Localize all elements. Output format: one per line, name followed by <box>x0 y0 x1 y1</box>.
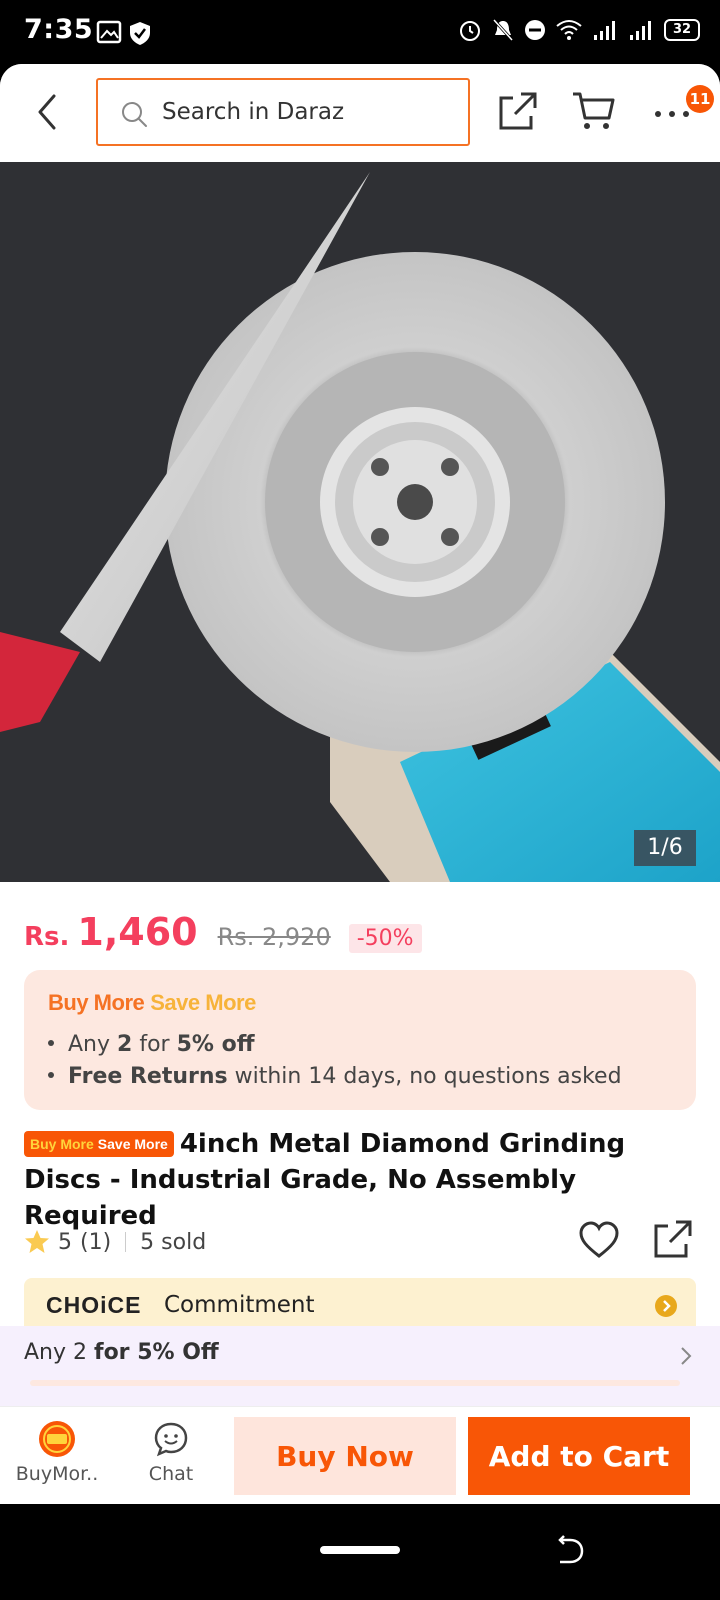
back-gesture-icon[interactable] <box>556 1534 586 1566</box>
promo-line1-d: 5% off <box>176 1032 255 1057</box>
search-icon <box>122 102 147 127</box>
battery-indicator: 32 <box>664 19 700 41</box>
price-row: Rs. 1,460 Rs. 2,920 -50% <box>24 910 422 960</box>
current-price: 1,460 <box>77 910 198 954</box>
buy-more-save-more-card[interactable]: Buy More Save More Any 2 for 5% off Free … <box>24 970 696 1110</box>
status-time: 7:35 <box>24 14 94 45</box>
signal-icon <box>594 21 615 40</box>
dnd-icon <box>525 20 545 40</box>
home-gesture-pill[interactable] <box>320 1546 400 1554</box>
choice-commitment-row[interactable]: CHOiCE Commitment <box>24 1278 696 1332</box>
buy-more-tag-part1: Buy More <box>30 1136 94 1152</box>
discount-badge: -50% <box>348 924 422 953</box>
buy-more-tag-part2: Save More <box>97 1136 168 1152</box>
buy-more-logo: Buy More Save More <box>48 990 256 1016</box>
promo-line2-a: Free Returns <box>68 1064 228 1089</box>
promo-line1-b: 2 <box>117 1032 133 1057</box>
offer-progress-bar <box>30 1380 680 1386</box>
rating-count: (1) <box>80 1229 112 1255</box>
promo-line-2: Free Returns within 14 days, no question… <box>48 1064 622 1089</box>
buy-more-save-more-icon <box>39 1421 75 1457</box>
chat-label: Chat <box>148 1463 194 1485</box>
offer-text: Any 2 for 5% Off <box>24 1340 219 1365</box>
rating-value: 5 <box>58 1229 72 1255</box>
image-counter: 1/6 <box>634 830 696 866</box>
choice-logo: CHOiCE <box>46 1292 142 1318</box>
offer-strip[interactable]: Any 2 for 5% Off <box>0 1326 720 1406</box>
promo-line1-c: for <box>132 1032 177 1057</box>
grinding-disc-photo <box>0 162 720 882</box>
gallery-icon <box>96 20 122 44</box>
signal-icon-2 <box>630 21 651 40</box>
buymore-label: BuyMor.. <box>15 1463 99 1485</box>
search-input[interactable]: Search in Daraz <box>96 78 470 146</box>
chat-tab[interactable]: Chat <box>126 1419 216 1485</box>
product-title-block: Buy More Save More 4inch Metal Diamond Gri… <box>24 1126 696 1234</box>
alarm-icon <box>460 21 480 41</box>
promo-line2-b: within 14 days, no questions asked <box>227 1064 622 1089</box>
chevron-right-icon <box>681 1347 692 1365</box>
sold-count: 5 sold <box>140 1229 207 1255</box>
choice-commitment-text: Commitment <box>164 1292 315 1318</box>
original-price: Rs. 2,920 <box>217 923 331 951</box>
cart-icon[interactable] <box>571 90 617 132</box>
product-share-icon[interactable] <box>652 1218 694 1260</box>
rating-row[interactable]: 5 (1) 5 sold <box>24 1224 206 1260</box>
top-header: Search in Daraz 11 <box>0 64 720 162</box>
buy-now-button[interactable]: Buy Now <box>234 1417 456 1495</box>
mute-bell-icon <box>492 18 514 42</box>
add-to-cart-button[interactable]: Add to Cart <box>468 1417 690 1495</box>
buy-more-logo-part1: Buy More <box>48 990 145 1015</box>
status-bar: 7:35 32 <box>0 0 720 64</box>
shield-icon <box>130 22 150 45</box>
price-currency: Rs. <box>24 922 70 952</box>
promo-line-1: Any 2 for 5% off <box>48 1032 255 1057</box>
product-image[interactable]: 1/6 <box>0 162 720 882</box>
offer-text-a: Any 2 <box>24 1340 94 1365</box>
system-nav-bar <box>0 1504 720 1600</box>
app-container: Search in Daraz 11 1/6 Rs. 1,460 Rs. 2,9… <box>0 64 720 1504</box>
share-icon[interactable] <box>497 90 539 132</box>
chat-icon <box>154 1422 188 1457</box>
search-placeholder: Search in Daraz <box>162 99 345 125</box>
wifi-icon <box>556 20 582 40</box>
buy-more-tag: Buy More Save More <box>24 1131 174 1157</box>
back-arrow-icon[interactable] <box>30 92 66 132</box>
notification-badge: 11 <box>686 85 714 113</box>
offer-text-b: for 5% Off <box>94 1340 219 1365</box>
promo-line1-a: Any <box>68 1032 118 1057</box>
wishlist-heart-icon[interactable] <box>578 1220 620 1260</box>
chevron-right-circle-icon <box>655 1295 677 1317</box>
bottom-action-bar: BuyMor.. Chat Buy Now Add to Cart <box>0 1406 720 1504</box>
buy-more-logo-part2: Save More <box>150 990 256 1015</box>
buymore-tab[interactable]: BuyMor.. <box>12 1419 102 1485</box>
star-icon <box>25 1230 49 1253</box>
